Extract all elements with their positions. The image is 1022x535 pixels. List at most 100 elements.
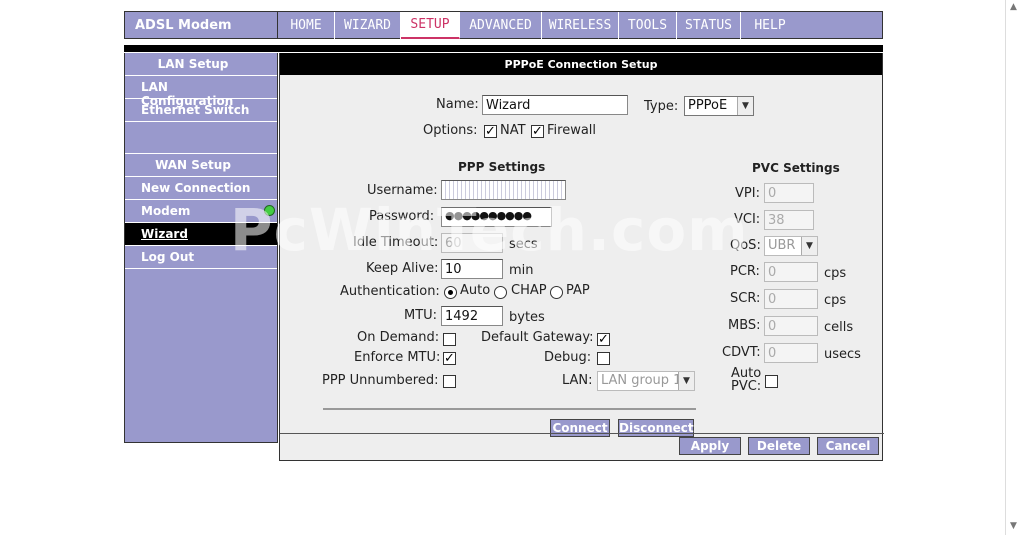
debug-checkbox[interactable] bbox=[597, 352, 610, 365]
scr-label: SCR: bbox=[730, 291, 761, 306]
type-select[interactable]: PPPoE ▼ bbox=[684, 96, 754, 116]
cdvt-input[interactable] bbox=[764, 343, 818, 363]
idle-timeout-label: Idle Timeout: bbox=[353, 235, 439, 250]
qos-select[interactable]: UBR ▼ bbox=[764, 236, 818, 256]
mbs-unit: cells bbox=[824, 320, 854, 335]
main-panel: PPPoE Connection Setup Name: Type: PPPoE… bbox=[230, 53, 884, 461]
mbs-label: MBS: bbox=[728, 318, 761, 333]
chevron-down-icon: ▼ bbox=[737, 97, 753, 115]
chevron-down-icon: ▼ bbox=[801, 237, 817, 255]
cancel-button[interactable]: Cancel bbox=[817, 437, 879, 455]
name-input[interactable] bbox=[482, 95, 628, 115]
status-dot-icon bbox=[264, 205, 275, 216]
auth-chap-radio[interactable] bbox=[494, 286, 507, 299]
on-demand-label: On Demand: bbox=[357, 330, 440, 345]
qos-label: QoS: bbox=[730, 238, 761, 253]
auth-chap-label: CHAP bbox=[511, 283, 547, 298]
cdvt-label: CDVT: bbox=[722, 345, 761, 360]
idle-timeout-unit: secs bbox=[509, 237, 538, 252]
password-label: Password: bbox=[369, 209, 435, 224]
scroll-down-icon[interactable]: ▼ bbox=[1010, 521, 1017, 531]
firewall-label: Firewall bbox=[547, 123, 597, 138]
lan-group-select[interactable]: LAN group 1 ▼ bbox=[597, 371, 695, 391]
debug-label: Debug: bbox=[544, 350, 592, 365]
connect-button[interactable]: Connect bbox=[550, 419, 610, 437]
header-divider bbox=[124, 39, 883, 53]
scr-input[interactable] bbox=[764, 289, 818, 309]
name-label: Name: bbox=[436, 97, 479, 112]
nav-tools[interactable]: TOOLS bbox=[619, 12, 677, 39]
scroll-up-icon[interactable]: ▲ bbox=[1010, 2, 1017, 12]
authentication-label: Authentication: bbox=[340, 284, 440, 299]
auto-pvc-checkbox[interactable] bbox=[765, 375, 778, 388]
page-title: PPPoE Connection Setup bbox=[280, 53, 882, 75]
mtu-label: MTU: bbox=[404, 308, 438, 323]
vpi-label: VPI: bbox=[735, 186, 760, 201]
username-label: Username: bbox=[367, 183, 438, 198]
default-gateway-checkbox[interactable]: ✓ bbox=[597, 333, 610, 346]
options-label: Options: bbox=[423, 123, 478, 138]
nav-wizard[interactable]: WIZARD bbox=[335, 12, 401, 39]
auth-auto-label: Auto bbox=[460, 283, 491, 298]
cdvt-unit: usecs bbox=[824, 347, 861, 362]
apply-button[interactable]: Apply bbox=[679, 437, 741, 455]
auth-pap-label: PAP bbox=[566, 283, 590, 298]
keep-alive-label: Keep Alive: bbox=[366, 261, 439, 276]
pcr-label: PCR: bbox=[730, 264, 760, 279]
mbs-input[interactable] bbox=[764, 316, 818, 336]
on-demand-checkbox[interactable] bbox=[443, 333, 456, 346]
app-title: ADSL Modem bbox=[124, 11, 278, 39]
sidebar-item-logout[interactable]: Log Out bbox=[125, 246, 277, 269]
vci-input[interactable] bbox=[764, 210, 814, 230]
keep-alive-unit: min bbox=[509, 263, 534, 278]
nav-advanced[interactable]: ADVANCED bbox=[460, 12, 542, 39]
type-label: Type: bbox=[644, 99, 679, 114]
ppp-unnumbered-checkbox[interactable] bbox=[443, 375, 456, 388]
nav-home[interactable]: HOME bbox=[278, 12, 335, 39]
nav-setup[interactable]: SETUP bbox=[401, 12, 460, 39]
mtu-input[interactable] bbox=[441, 306, 503, 326]
keep-alive-input[interactable] bbox=[441, 259, 503, 279]
sidebar-item-ethernet-switch[interactable]: Ethernet Switch bbox=[125, 99, 277, 122]
modem-app: ADSL Modem HOME WIZARD SETUP ADVANCED WI… bbox=[124, 11, 884, 461]
nav-help[interactable]: HELP bbox=[741, 12, 799, 39]
chevron-down-icon: ▼ bbox=[678, 372, 694, 390]
type-value: PPPoE bbox=[688, 98, 728, 113]
nav-wireless[interactable]: WIRELESS bbox=[542, 12, 619, 39]
sidebar-header-wan: WAN Setup bbox=[125, 154, 277, 177]
disconnect-button[interactable]: Disconnect bbox=[618, 419, 694, 437]
enforce-mtu-label: Enforce MTU: bbox=[354, 350, 441, 365]
lan-label: LAN: bbox=[562, 373, 593, 388]
firewall-checkbox[interactable]: ✓ bbox=[531, 125, 544, 138]
nat-checkbox[interactable]: ✓ bbox=[484, 125, 497, 138]
auth-auto-radio[interactable] bbox=[444, 286, 457, 299]
vci-label: VCI: bbox=[734, 212, 761, 227]
vpi-input[interactable] bbox=[764, 183, 814, 203]
scr-unit: cps bbox=[824, 293, 847, 308]
sidebar-item-label: Modem bbox=[141, 204, 191, 218]
username-input[interactable] bbox=[441, 180, 566, 200]
delete-button[interactable]: Delete bbox=[748, 437, 810, 455]
sidebar: LAN Setup LAN Configuration Ethernet Swi… bbox=[124, 53, 278, 443]
password-input[interactable]: ●●●●●●●●●● bbox=[441, 207, 552, 227]
top-nav: HOME WIZARD SETUP ADVANCED WIRELESS TOOL… bbox=[278, 11, 883, 39]
vertical-scrollbar[interactable]: ▲ ▼ bbox=[1005, 0, 1022, 535]
idle-timeout-input[interactable] bbox=[441, 233, 503, 253]
sidebar-item-lan-configuration[interactable]: LAN Configuration bbox=[125, 76, 277, 108]
auto-pvc-line2: PVC: bbox=[731, 379, 762, 394]
sidebar-item-wizard[interactable]: Wizard bbox=[125, 223, 277, 246]
pcr-input[interactable] bbox=[764, 262, 818, 282]
enforce-mtu-checkbox[interactable]: ✓ bbox=[443, 352, 456, 365]
nav-status[interactable]: STATUS bbox=[677, 12, 741, 39]
auth-pap-radio[interactable] bbox=[550, 286, 563, 299]
sidebar-item-modem[interactable]: Modem bbox=[125, 200, 277, 223]
auto-pvc-label: Auto PVC: bbox=[731, 367, 761, 393]
sidebar-spacer bbox=[125, 122, 277, 154]
sidebar-header-lan: LAN Setup bbox=[125, 53, 277, 76]
default-gateway-label: Default Gateway: bbox=[481, 330, 594, 345]
mtu-unit: bytes bbox=[509, 310, 545, 325]
sidebar-item-new-connection[interactable]: New Connection bbox=[125, 177, 277, 200]
footer-divider bbox=[280, 433, 884, 434]
nat-label: NAT bbox=[500, 123, 526, 138]
pvc-settings-heading: PVC Settings bbox=[752, 161, 840, 175]
